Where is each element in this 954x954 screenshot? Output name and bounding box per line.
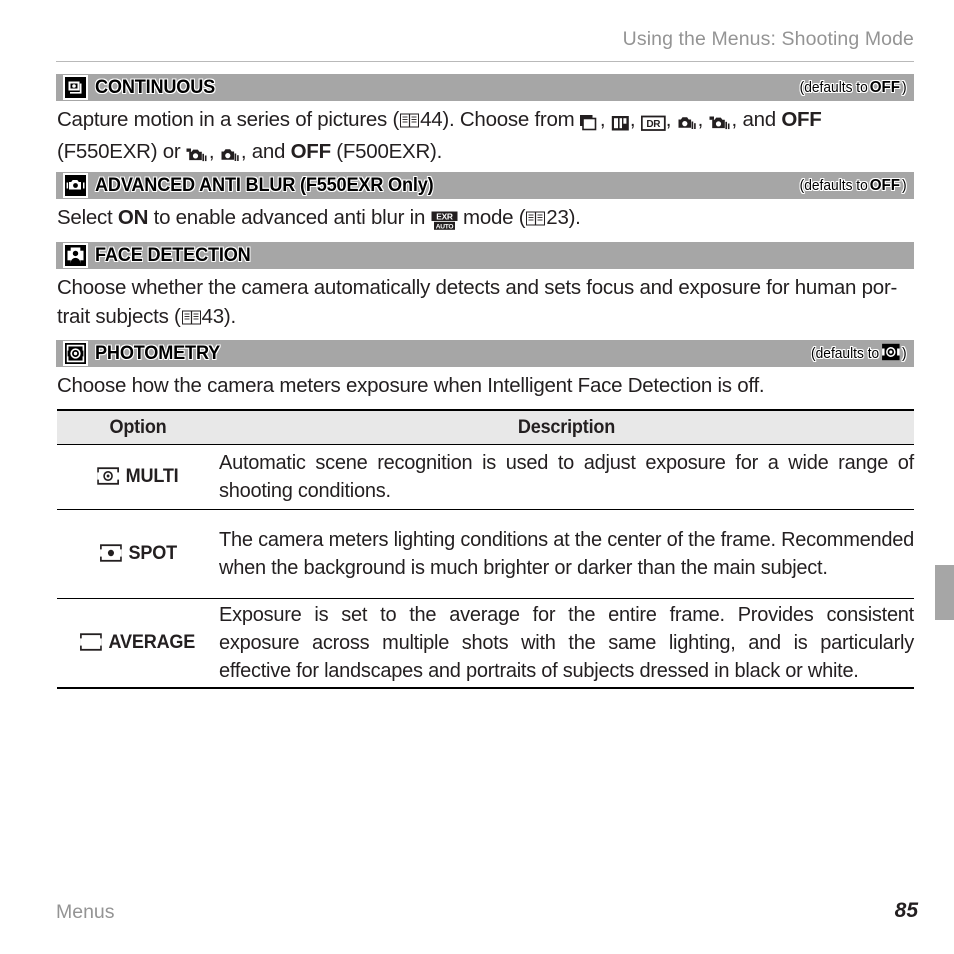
page-reference-icon <box>181 304 201 325</box>
motion-burst-icon <box>709 108 732 137</box>
svg-text:AUTO: AUTO <box>435 223 453 230</box>
anti-blur-camera-icon <box>63 173 88 198</box>
bold-off-label: OFF <box>290 140 332 163</box>
option-label: SPOT <box>128 543 177 564</box>
table-row: SPOT The camera meters lighting conditio… <box>57 509 914 599</box>
body-text-part: , and <box>731 108 782 131</box>
section-default-value: (defaults to OFF) <box>800 177 907 195</box>
dr-bracketing-icon: DR <box>640 108 666 137</box>
sep: , <box>697 108 709 131</box>
section-body-photometry: Choose how the camera meters exposure wh… <box>57 371 917 400</box>
svg-text:EXR: EXR <box>436 211 453 221</box>
footer-chapter-label: Menus <box>56 901 115 923</box>
sep: , <box>665 108 677 131</box>
bold-off-label: OFF <box>781 108 822 131</box>
section-title-text: CONTINUOUS <box>95 76 216 98</box>
header-divider <box>56 61 914 62</box>
af-burst-icon <box>220 140 241 169</box>
section-body-advanced-anti-blur: Select ON to enable advanced anti blur i… <box>57 203 917 235</box>
section-title-group: CONTINUOUS <box>63 75 794 100</box>
section-header-continuous: CONTINUOUS (defaults to OFF) <box>56 74 914 101</box>
sep: , <box>629 108 641 131</box>
section-title-group: ADVANCED ANTI BLUR (F550EXR Only) <box>63 173 794 198</box>
option-label: AVERAGE <box>108 632 196 653</box>
defaults-suffix: ) <box>902 345 907 362</box>
page-reference-number: 43 <box>201 305 225 328</box>
body-text-part: (F550EXR) or <box>57 140 186 163</box>
defaults-value: OFF <box>870 176 901 194</box>
footer-page-number: 85 <box>894 899 918 922</box>
top-burst-icon <box>579 108 600 137</box>
section-body-continuous: Capture motion in a series of pictures (… <box>57 105 917 169</box>
multi-metering-icon <box>881 343 900 365</box>
best-frame-icon <box>611 108 630 137</box>
bold-on-label: ON <box>117 206 149 229</box>
section-title-group: PHOTOMETRY <box>63 341 806 366</box>
body-text-part: to enable advanced anti blur in <box>148 206 431 229</box>
photometry-icon <box>63 341 88 366</box>
running-header-title: Using the Menus: Shooting Mode <box>622 28 914 50</box>
exr-auto-icon: EXR AUTO <box>431 206 458 235</box>
page-reference-icon <box>526 205 546 226</box>
section-default-value: (defaults to OFF) <box>800 79 907 97</box>
table-row: MULTI Automatic scene recognition is use… <box>57 444 914 510</box>
body-text-part: Choose how the camera meters exposure wh… <box>57 374 765 397</box>
top-burst-icon <box>186 140 209 169</box>
description-cell-average: Exposure is set to the average for the e… <box>219 598 914 689</box>
page-reference-icon <box>400 107 420 128</box>
table-head: Option Description <box>57 410 914 445</box>
defaults-prefix: (defaults to <box>800 79 869 96</box>
body-text-part: Capture motion in a series of pictures ( <box>57 108 400 131</box>
multi-metering-icon <box>97 466 120 488</box>
description-cell-spot: The camera meters lighting conditions at… <box>219 509 914 599</box>
body-text-part: ). <box>568 206 581 229</box>
column-header-description: Description <box>236 410 897 445</box>
average-metering-icon <box>80 632 103 654</box>
column-header-option: Option <box>61 410 215 445</box>
sep: , <box>208 140 220 163</box>
section-header-advanced-anti-blur: ADVANCED ANTI BLUR (F550EXR Only) (defau… <box>56 172 914 199</box>
section-body-face-detection: Choose whether the camera automatically … <box>57 273 917 331</box>
option-cell-multi: MULTI <box>57 444 219 510</box>
table-row: AVERAGE Exposure is set to the average f… <box>57 598 914 689</box>
body-text-part: mode ( <box>457 206 526 229</box>
option-label: MULTI <box>125 466 179 487</box>
body-text-part: , and <box>240 140 291 163</box>
table-body: MULTI Automatic scene recognition is use… <box>57 444 914 689</box>
defaults-suffix: ) <box>902 177 907 194</box>
body-text-part: ). Choose from <box>442 108 580 131</box>
burst-camera-icon <box>63 75 88 100</box>
photometry-options-table: Option Description MULTI Automatic scene… <box>57 409 914 689</box>
defaults-suffix: ) <box>902 79 907 96</box>
section-header-face-detection: FACE DETECTION <box>56 242 914 269</box>
option-cell-spot: SPOT <box>57 509 219 599</box>
body-text-part: (F500EXR). <box>330 140 443 163</box>
body-text-part: Select <box>57 206 118 229</box>
spot-metering-icon <box>99 543 122 565</box>
defaults-prefix: (defaults to <box>811 345 880 362</box>
manual-page: Using the Menus: Shooting Mode CONTINUOU… <box>0 0 954 954</box>
option-cell-average: AVERAGE <box>57 598 219 689</box>
section-title-text: ADVANCED ANTI BLUR (F550EXR Only) <box>95 174 434 196</box>
defaults-prefix: (defaults to <box>800 177 869 194</box>
body-text-part: ). <box>223 305 236 328</box>
page-reference-number: 44 <box>420 108 443 131</box>
af-burst-icon <box>677 108 698 137</box>
section-title-group: FACE DETECTION <box>63 243 907 268</box>
section-title-text: FACE DETECTION <box>95 244 251 266</box>
svg-text:DR: DR <box>646 119 661 130</box>
page-reference-number: 23 <box>546 206 569 229</box>
section-default-value: (defaults to ) <box>811 343 907 365</box>
section-title-text: PHOTOMETRY <box>95 342 221 364</box>
face-detection-icon <box>63 243 88 268</box>
defaults-value: OFF <box>870 78 901 96</box>
section-header-photometry: PHOTOMETRY (defaults to ) <box>56 340 914 367</box>
sep: , <box>599 108 611 131</box>
section-edge-tab-marker <box>935 565 954 620</box>
table-header-row: Option Description <box>57 410 914 445</box>
description-cell-multi: Automatic scene recognition is used to a… <box>219 444 914 510</box>
